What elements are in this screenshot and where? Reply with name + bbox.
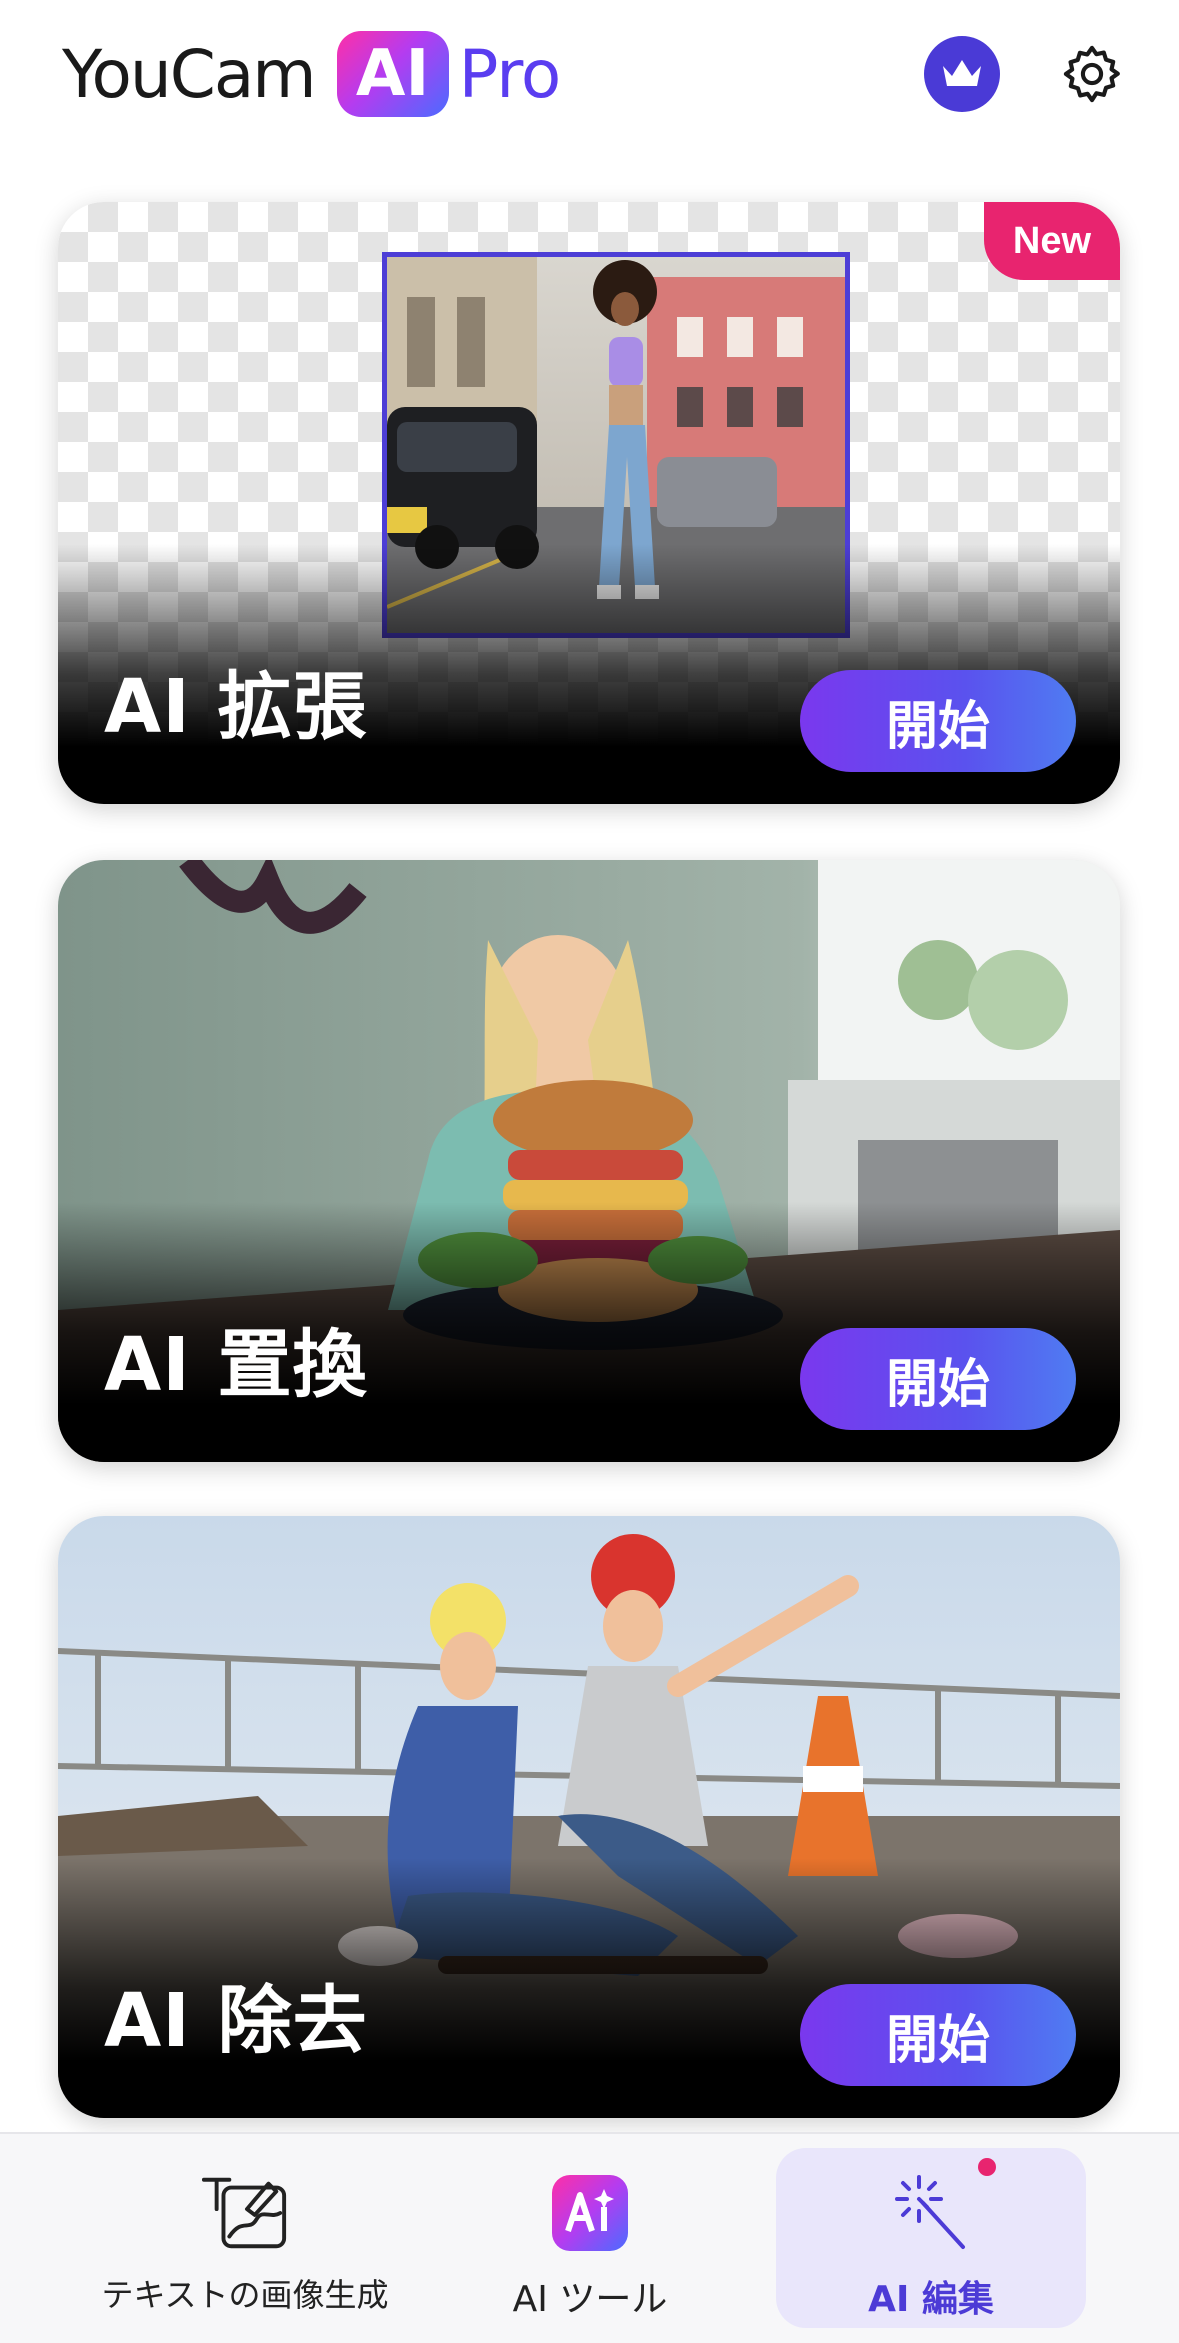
new-badge: New — [984, 202, 1120, 280]
feature-card-ai-replace[interactable]: AI 置換 開始 — [58, 860, 1120, 1462]
nav-item-text-to-image[interactable]: テキストの画像生成 — [80, 2148, 410, 2328]
app-logo: YouCam AI Pro — [62, 28, 562, 120]
text-to-image-icon — [200, 2168, 290, 2258]
notification-dot — [978, 2158, 996, 2176]
premium-button[interactable] — [924, 36, 1000, 112]
feature-card-ai-expand[interactable]: New AI 拡張 開始 — [58, 202, 1120, 804]
logo-ai-badge: AI — [336, 31, 449, 117]
card-title: AI 拡張 — [104, 664, 368, 750]
nav-label: AI ツール — [512, 2279, 668, 2320]
card-title: AI 置換 — [104, 1322, 368, 1408]
header: YouCam AI Pro — [0, 0, 1179, 150]
nav-item-ai-tools[interactable]: AI ツール — [440, 2148, 740, 2328]
gear-icon — [1063, 45, 1120, 103]
start-button-ai-replace[interactable]: 開始 — [800, 1328, 1076, 1430]
start-button-ai-remove[interactable]: 開始 — [800, 1984, 1076, 2086]
logo-youcam-text: YouCam — [62, 35, 317, 113]
logo-pro-text: Pro — [458, 35, 562, 113]
crown-icon — [943, 60, 981, 86]
settings-button[interactable] — [1052, 34, 1132, 114]
ai-tools-icon — [545, 2168, 635, 2258]
nav-label: テキストの画像生成 — [101, 2276, 389, 2314]
start-button-ai-expand[interactable]: 開始 — [800, 670, 1076, 772]
nav-label: AI 編集 — [868, 2279, 994, 2320]
app-root: YouCam AI Pro New AI 拡張 開始 AI 置換 開始 AI 除… — [0, 0, 1179, 2343]
bottom-navigation: テキストの画像生成 AI ツール AI 編集 — [0, 2132, 1179, 2343]
nav-item-ai-edit[interactable]: AI 編集 — [776, 2148, 1086, 2328]
card-title: AI 除去 — [104, 1978, 368, 2064]
magic-wand-icon — [886, 2168, 976, 2258]
feature-card-ai-remove[interactable]: AI 除去 開始 — [58, 1516, 1120, 2118]
